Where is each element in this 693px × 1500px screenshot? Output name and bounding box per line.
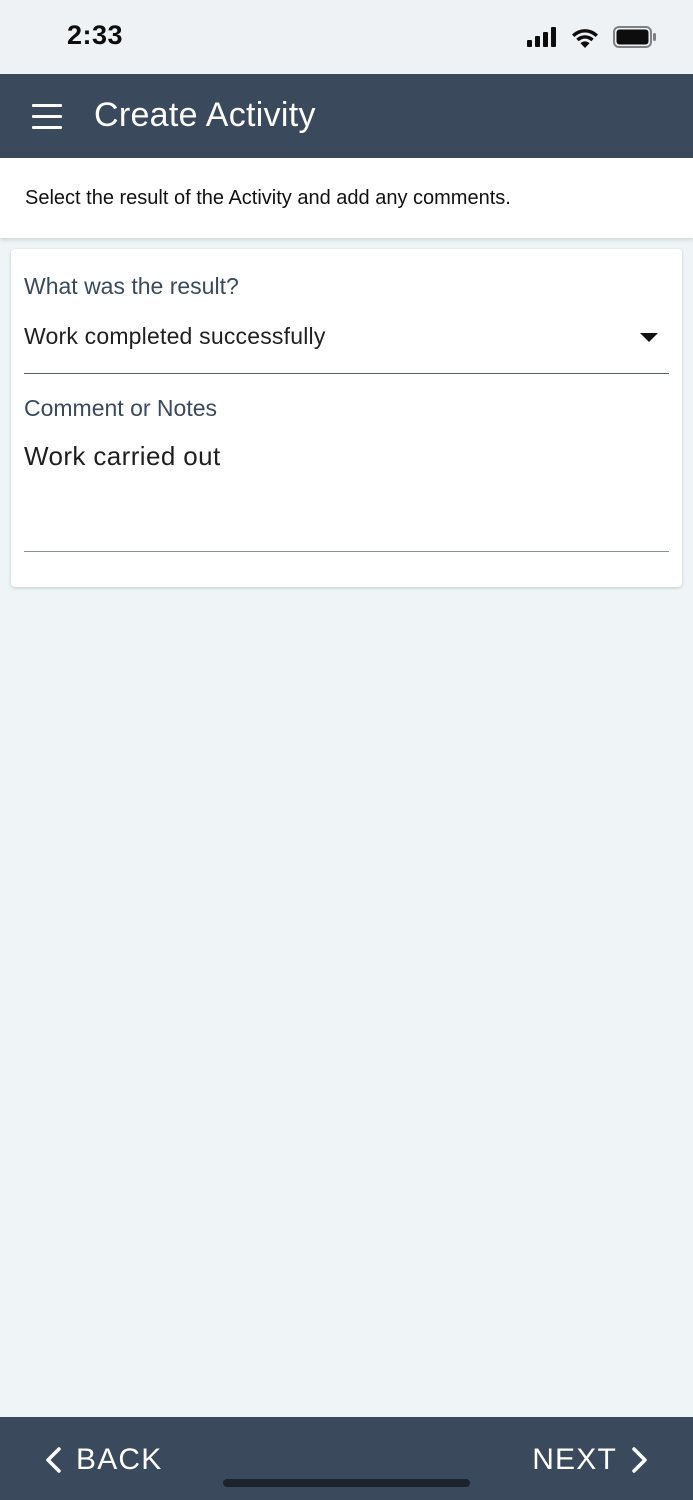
menu-line [32,115,62,118]
menu-line [32,126,62,129]
chevron-left-icon [46,1447,61,1473]
notes-value: Work carried out [24,441,221,471]
next-button[interactable]: NEXT [532,1441,649,1479]
page-title: Create Activity [94,96,316,134]
instruction-banner: Select the result of the Activity and ad… [0,158,693,238]
cellular-signal-icon [527,27,556,47]
chevron-right-icon [632,1447,647,1473]
status-time: 2:33 [67,20,124,50]
status-bar: 2:33 [0,0,693,74]
bottom-nav-bar: BACK NEXT [0,1417,693,1500]
back-label: BACK [76,1443,163,1476]
result-dropdown[interactable]: Work completed successfully [24,311,669,374]
activity-result-card: What was the result? Work completed succ… [11,249,682,587]
result-label: What was the result? [24,273,239,299]
menu-line [32,104,62,107]
home-indicator[interactable] [223,1479,470,1487]
next-label: NEXT [532,1443,617,1476]
result-selected-value: Work completed successfully [24,323,326,349]
status-icons [527,26,657,48]
wifi-icon [572,28,598,48]
back-button[interactable]: BACK [44,1441,163,1479]
notes-textarea[interactable]: Work carried out [24,433,669,552]
battery-icon [613,26,656,48]
app-bar: Create Activity [0,74,693,158]
notes-label: Comment or Notes [24,395,218,421]
hamburger-menu-icon[interactable] [32,104,64,130]
instruction-text: Select the result of the Activity and ad… [25,187,511,209]
dropdown-caret-icon [640,333,658,342]
